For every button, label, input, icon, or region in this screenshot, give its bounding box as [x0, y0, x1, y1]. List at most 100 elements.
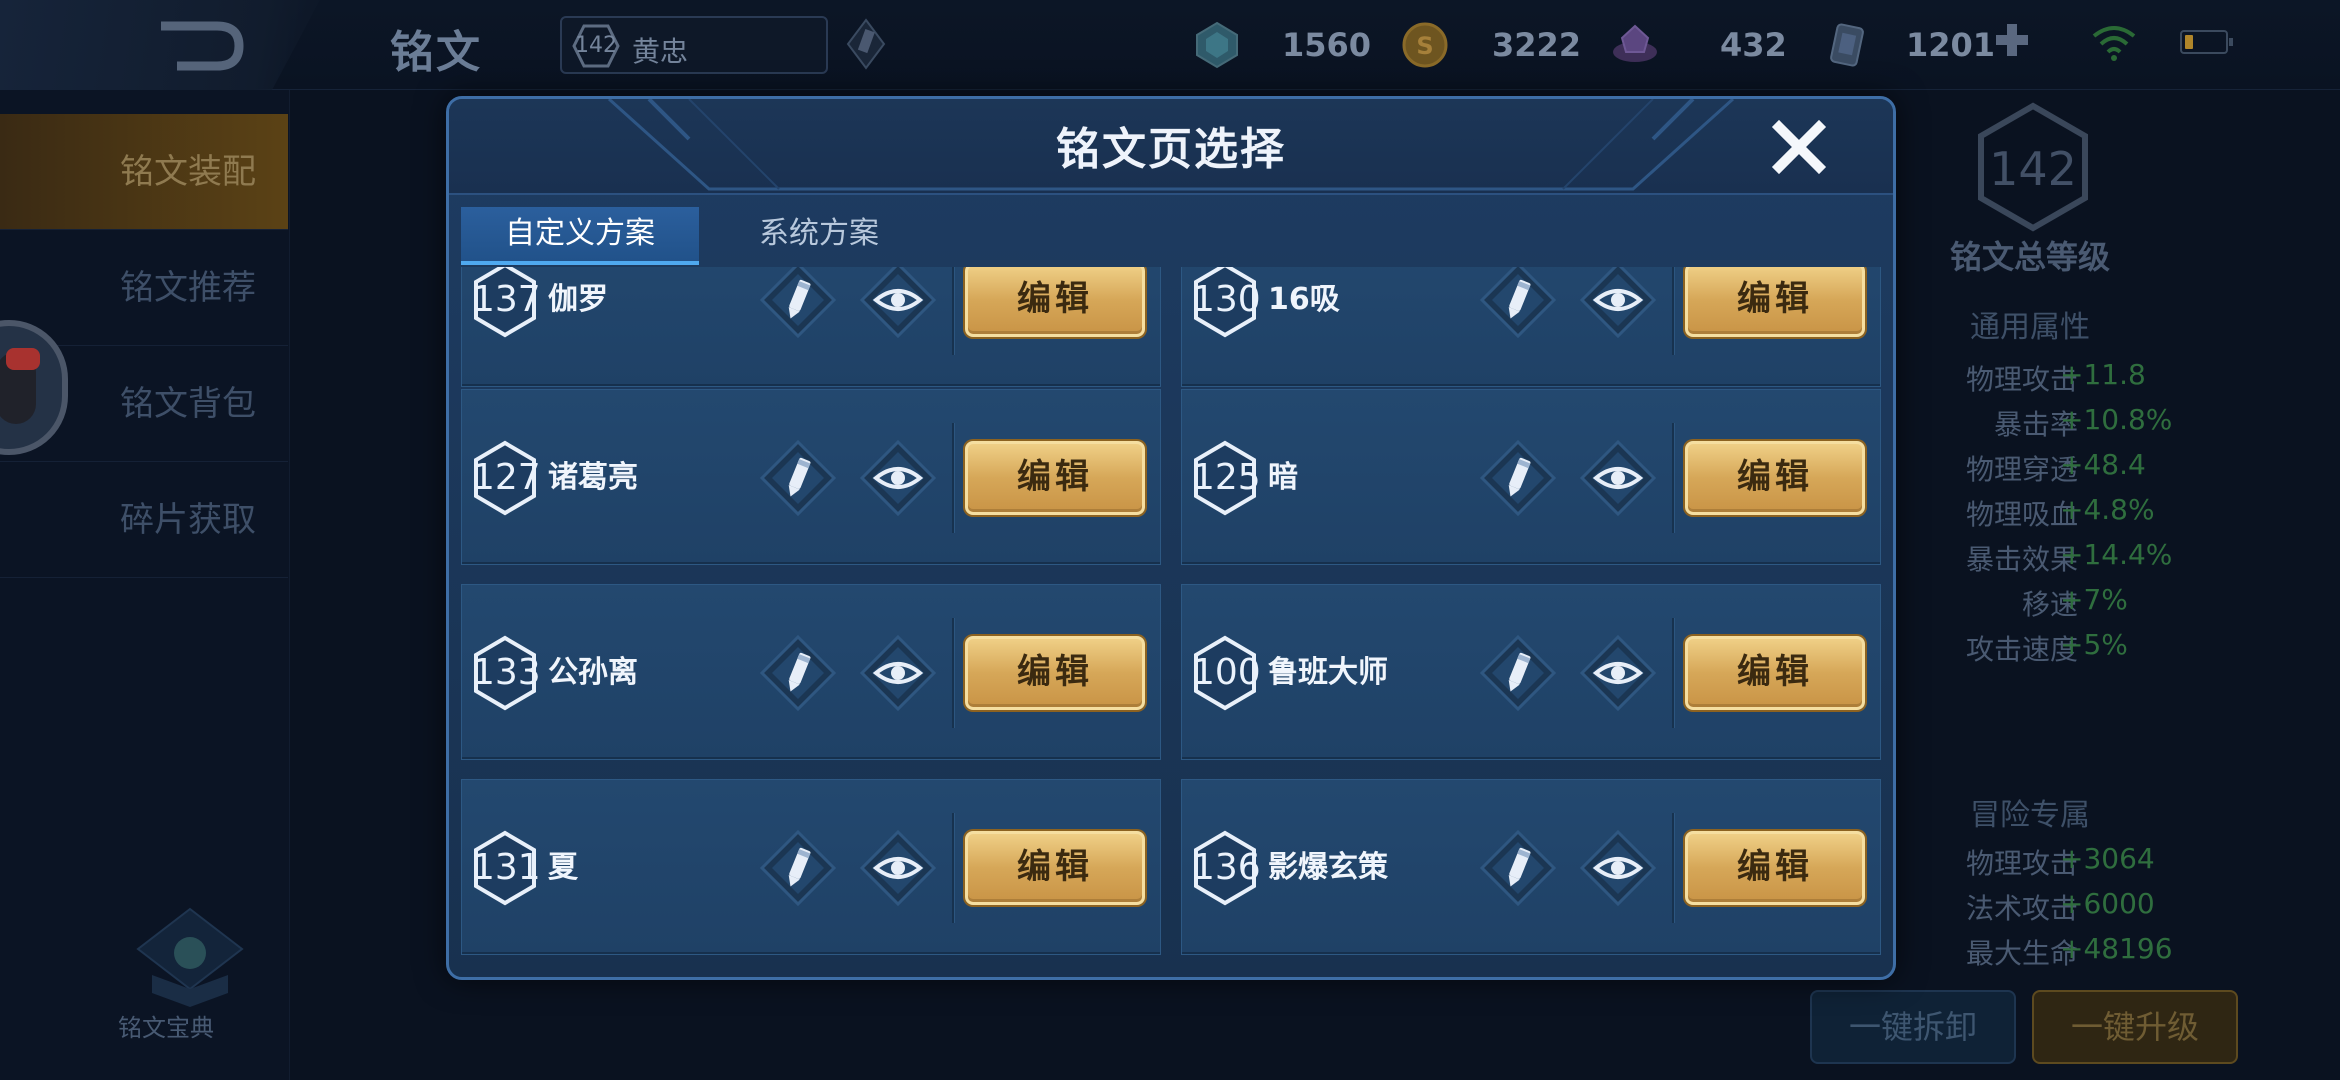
preview-eye-icon[interactable]: [1578, 828, 1658, 908]
edit-button[interactable]: 编辑: [1685, 267, 1865, 337]
attr-row: 攻击速度 +5%: [1880, 628, 2340, 672]
attr-value: +3064: [2060, 842, 2155, 875]
edit-button[interactable]: 编辑: [965, 831, 1145, 905]
rename-pen-icon[interactable]: [758, 828, 838, 908]
edit-button[interactable]: 编辑: [965, 441, 1145, 515]
total-level-label: 铭文总等级: [1949, 238, 2110, 276]
tab-custom-plans[interactable]: 自定义方案: [461, 207, 699, 265]
attr-value: +48.4: [2060, 448, 2146, 481]
rune-page-list[interactable]: 137 伽罗 编辑 130 16吸 编辑 127 诸葛亮 编辑 125 暗编辑 133 公孙离 编辑 100…: [461, 267, 1891, 977]
preview-eye-icon[interactable]: [858, 438, 938, 518]
dialog-title: 铭文页选择: [1056, 124, 1286, 175]
close-icon[interactable]: [1771, 119, 1827, 175]
gold-coin-icon: S: [1402, 22, 1448, 68]
codex-book-icon[interactable]: [130, 905, 250, 1025]
crystal-value: 432: [1720, 26, 1787, 64]
rename-pen-icon[interactable]: [758, 267, 838, 340]
rename-pen-icon[interactable]: [758, 438, 838, 518]
penguin-icon: [0, 348, 40, 424]
divider: [952, 267, 954, 355]
attr-value: +6000: [2060, 887, 2155, 920]
page-name: 鲁班大师: [1268, 655, 1388, 690]
hero-selector[interactable]: 142 黄忠: [560, 16, 828, 74]
hero-level-badge: 142: [572, 24, 620, 68]
edit-button[interactable]: 编辑: [965, 267, 1145, 337]
preview-eye-icon[interactable]: [858, 633, 938, 713]
preview-eye-icon[interactable]: [1578, 633, 1658, 713]
attr-value: +48196: [2060, 932, 2173, 965]
attr-row: 物理攻击 +3064: [1880, 842, 2340, 886]
sidebar-item-fragments[interactable]: 碎片获取: [0, 462, 288, 578]
sidebar-item-recommend[interactable]: 铭文推荐: [0, 230, 288, 346]
sidebar-item-equip[interactable]: 铭文装配: [0, 114, 288, 230]
edit-button[interactable]: 编辑: [1685, 636, 1865, 710]
attr-value: +10.8%: [2060, 403, 2173, 436]
rune-summary-panel: 142 铭文总等级 通用属性 物理攻击 +11.8 暴击率 +10.8% 物理穿…: [1880, 90, 2340, 1080]
battery-icon: [2180, 30, 2233, 54]
rune-page-card[interactable]: 100 鲁班大师 编辑: [1181, 584, 1881, 760]
general-attrs-title: 通用属性: [1970, 310, 2090, 345]
page-level: 127: [472, 457, 541, 498]
dismantle-all-button[interactable]: 一键拆卸: [1810, 990, 2016, 1064]
rename-pen-icon[interactable]: [758, 633, 838, 713]
codex-label: 铭文宝典: [118, 1014, 214, 1042]
page-level: 125: [1192, 457, 1261, 498]
rename-pen-icon[interactable]: [1478, 267, 1558, 340]
rune-page-card[interactable]: 133 公孙离 编辑: [461, 584, 1161, 760]
rune-page-select-dialog: 铭文页选择 自定义方案 系统方案 137 伽罗 编辑 130 16吸 编辑 127 诸葛亮 编辑…: [446, 96, 1896, 980]
svg-text:S: S: [1416, 32, 1433, 60]
attr-row: 最大生命 +48196: [1880, 932, 2340, 976]
page-level: 130: [1192, 279, 1261, 320]
divider: [952, 813, 954, 923]
adventure-attrs-title: 冒险专属: [1970, 798, 2090, 833]
divider: [952, 618, 954, 728]
upgrade-all-button[interactable]: 一键升级: [2032, 990, 2238, 1064]
rename-pen-icon[interactable]: [1478, 633, 1558, 713]
total-level-value: 142: [1989, 142, 2077, 196]
card-icon: [1830, 23, 1864, 67]
edit-button[interactable]: 编辑: [1685, 831, 1865, 905]
preview-eye-icon[interactable]: [858, 828, 938, 908]
preview-eye-icon[interactable]: [858, 267, 938, 340]
divider: [1672, 813, 1674, 923]
rune-page-card[interactable]: 125 暗 编辑: [1181, 389, 1881, 565]
gem-icon: [1196, 21, 1238, 69]
divider: [952, 423, 954, 533]
page-name: 16吸: [1268, 282, 1340, 317]
page-title: 铭文: [390, 27, 482, 78]
rune-page-card[interactable]: 127 诸葛亮 编辑: [461, 389, 1161, 565]
preview-eye-icon[interactable]: [1578, 267, 1658, 340]
back-arrow-icon: [161, 21, 244, 71]
dialog-header: 铭文页选择: [449, 99, 1893, 195]
rune-page-card[interactable]: 130 16吸 编辑: [1181, 267, 1881, 387]
page-level: 137: [472, 279, 541, 320]
gems-value: 1560: [1282, 26, 1372, 64]
rename-pen-icon[interactable]: [1478, 828, 1558, 908]
attr-row: 暴击效果 +14.4%: [1880, 538, 2340, 582]
edit-button[interactable]: 编辑: [1685, 441, 1865, 515]
page-level: 136: [1192, 847, 1261, 888]
hero-level: 142: [575, 33, 617, 58]
edit-button[interactable]: 编辑: [965, 636, 1145, 710]
top-bar: 铭文 142 黄忠 1560 S 3222 432 1201: [0, 0, 2340, 90]
rename-pen-icon[interactable]: [846, 18, 886, 70]
rune-page-card[interactable]: 137 伽罗 编辑: [461, 267, 1161, 387]
rune-page-card[interactable]: 136 影爆玄策 编辑: [1181, 779, 1881, 955]
preview-eye-icon[interactable]: [1578, 438, 1658, 518]
rune-page-card[interactable]: 131 夏 编辑: [461, 779, 1161, 955]
page-name: 暗: [1268, 460, 1298, 495]
page-name: 公孙离: [548, 655, 638, 690]
attr-row: 物理吸血 +4.8%: [1880, 493, 2340, 537]
gold-value: 3222: [1492, 26, 1582, 64]
plan-tabs: 自定义方案 系统方案: [461, 207, 1891, 265]
hero-name: 黄忠: [632, 35, 689, 68]
rename-pen-icon[interactable]: [1478, 438, 1558, 518]
crystal-icon: [1613, 24, 1657, 62]
page-level: 133: [472, 652, 541, 693]
add-currency-icon[interactable]: [1990, 18, 2034, 62]
divider: [1672, 618, 1674, 728]
back-button[interactable]: [0, 0, 320, 90]
tab-system-plans[interactable]: 系统方案: [699, 207, 939, 265]
page-name: 夏: [548, 850, 578, 885]
page-level: 100: [1192, 652, 1261, 693]
